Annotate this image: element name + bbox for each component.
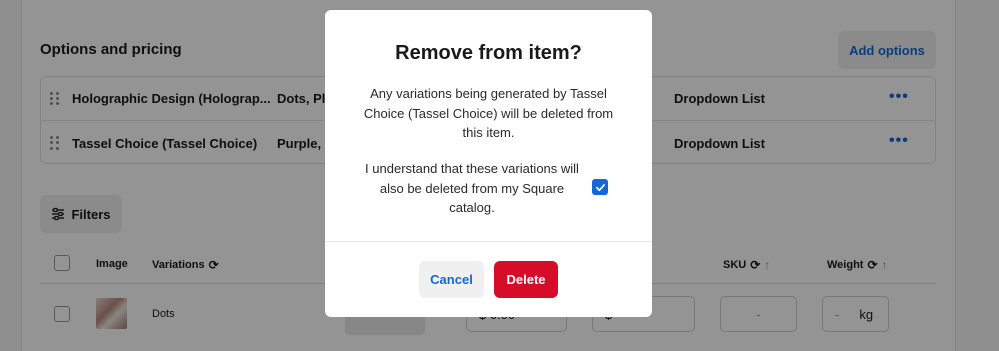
- dialog-divider: [325, 241, 652, 242]
- cancel-button[interactable]: Cancel: [419, 261, 484, 298]
- delete-button[interactable]: Delete: [494, 261, 558, 298]
- confirm-checkbox[interactable]: [592, 179, 608, 195]
- remove-confirmation-dialog: Remove from item? Any variations being g…: [325, 10, 652, 317]
- dialog-title: Remove from item?: [395, 42, 582, 64]
- checkmark-icon: [595, 183, 605, 191]
- confirm-label: I understand that these variations will …: [365, 161, 579, 215]
- dialog-description: Any variations being generated by Tassel…: [363, 86, 614, 140]
